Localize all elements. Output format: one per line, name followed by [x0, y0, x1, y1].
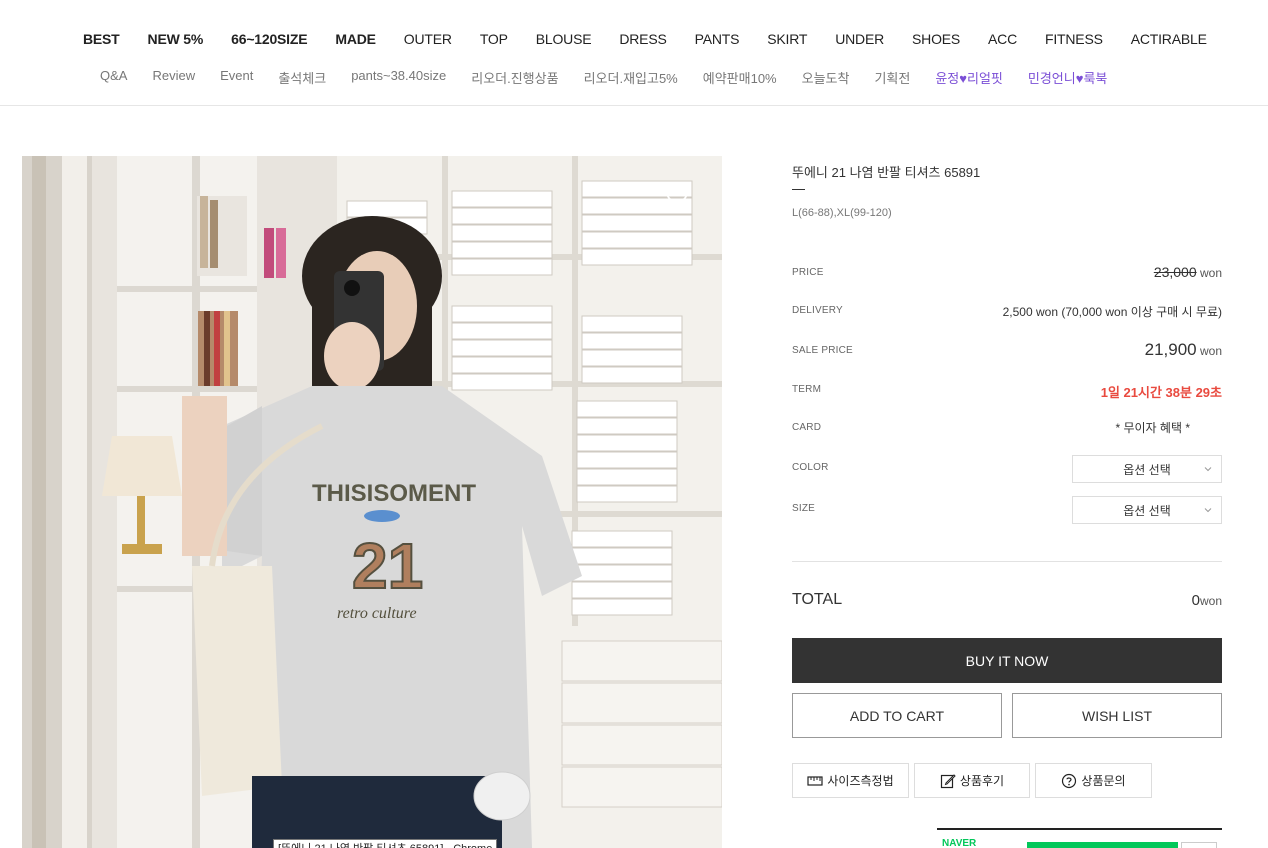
nav-reorder-progress[interactable]: 리오더.진행상품 — [471, 68, 558, 87]
chevron-down-icon — [1204, 467, 1212, 472]
nav-skirt[interactable]: SKIRT — [767, 31, 807, 47]
price-unit: won — [1199, 266, 1222, 280]
main-category-menu: BEST NEW 5% 66~120SIZE MADE OUTER TOP BL… — [83, 31, 1235, 47]
size-guide-label: 사이즈측정법 — [827, 774, 894, 788]
nav-under[interactable]: UNDER — [835, 31, 884, 47]
ruler-icon — [807, 775, 823, 786]
nav-new[interactable]: NEW 5% — [148, 31, 204, 47]
edit-icon — [940, 773, 956, 788]
term-label: TERM — [792, 384, 822, 395]
card-label: CARD — [792, 422, 822, 433]
nav-yunjung-realfit[interactable]: 윤정♥리얼핏 — [935, 68, 1003, 87]
nav-qna[interactable]: Q&A — [100, 68, 127, 87]
nav-top[interactable]: TOP — [480, 31, 508, 47]
nav-pants-size[interactable]: pants~38.40size — [351, 68, 446, 87]
top-navigation: BEST NEW 5% 66~120SIZE MADE OUTER TOP BL… — [0, 0, 1268, 106]
original-price: 23,000 — [1153, 264, 1197, 280]
chevron-down-icon — [1204, 508, 1212, 513]
nav-66-120size[interactable]: 66~120SIZE — [231, 31, 307, 47]
nav-pants[interactable]: PANTS — [695, 31, 740, 47]
sale-price-value: 21,900 won — [1145, 340, 1222, 360]
product-photo-illustration: THISISOMENT 21 retro culture — [22, 156, 722, 848]
nav-preorder[interactable]: 예약판매10% — [703, 68, 777, 87]
sub-menu: Q&A Review Event 출석체크 pants~38.40size 리오… — [100, 68, 1132, 87]
image-wish-heart-icon[interactable] — [666, 187, 688, 209]
svg-text:THISISOMENT: THISISOMENT — [312, 480, 476, 507]
options-divider — [792, 561, 1222, 562]
color-select[interactable]: 옵션 선택 — [1072, 455, 1222, 483]
inquiry-button[interactable]: 상품문의 — [1035, 763, 1152, 798]
wish-list-button[interactable]: WISH LIST — [1012, 693, 1222, 738]
card-benefit: * 무이자 혜택 * — [1115, 421, 1190, 435]
price-value: 23,000 won — [1154, 264, 1222, 280]
nav-today-arrival[interactable]: 오늘도착 — [802, 68, 850, 87]
nav-outer[interactable]: OUTER — [404, 31, 452, 47]
svg-text:retro culture: retro culture — [337, 605, 417, 622]
svg-text:21: 21 — [352, 530, 423, 602]
buy-now-button[interactable]: BUY IT NOW — [792, 638, 1222, 683]
price-label: PRICE — [792, 267, 824, 278]
image-tooltip: [뚜에니 21 나염 반팔 티셔츠 65891] - Chrome — [273, 839, 498, 848]
nav-acc[interactable]: ACC — [988, 31, 1017, 47]
sale-price-label: SALE PRICE — [792, 345, 853, 356]
nav-mingyeong-lookbook[interactable]: 민경언니♥룩북 — [1028, 68, 1107, 87]
nav-event[interactable]: Event — [220, 68, 253, 87]
delivery-value: 2,500 won (70,000 won 이상 구매 시 무료) — [1002, 305, 1222, 319]
review-label: 상품후기 — [959, 774, 1005, 788]
heart-icon: ♥ — [959, 71, 967, 86]
nav-mingyeong-label: 민경언니 — [1027, 71, 1076, 86]
sale-price-unit: won — [1199, 344, 1222, 358]
nav-dress[interactable]: DRESS — [619, 31, 666, 47]
size-select[interactable]: 옵션 선택 — [1072, 496, 1222, 524]
product-title: 뚜에니 21 나염 반팔 티셔츠 65891 — [792, 165, 981, 180]
color-label: COLOR — [792, 462, 829, 473]
nav-shoes[interactable]: SHOES — [912, 31, 960, 47]
color-select-value: 옵션 선택 — [1123, 462, 1171, 477]
nav-made[interactable]: MADE — [335, 31, 376, 47]
title-divider — [792, 189, 805, 190]
nav-review[interactable]: Review — [152, 68, 195, 87]
nav-attendance[interactable]: 출석체크 — [278, 68, 326, 87]
nav-blouse[interactable]: BLOUSE — [536, 31, 592, 47]
product-image[interactable]: THISISOMENT 21 retro culture — [22, 156, 722, 848]
naver-pay-button[interactable] — [1027, 842, 1178, 848]
product-size-note: L(66-88),XL(99-120) — [792, 207, 892, 219]
size-guide-button[interactable]: 사이즈측정법 — [792, 763, 909, 798]
delivery-label: DELIVERY — [792, 305, 843, 316]
question-icon — [1062, 773, 1077, 788]
add-to-cart-button[interactable]: ADD TO CART — [792, 693, 1002, 738]
nav-yunjung-label: 윤정 — [935, 71, 960, 86]
naver-pay-divider — [937, 828, 1222, 830]
total-amount: 0 — [1191, 592, 1200, 609]
nav-lookbook-label: 룩북 — [1083, 71, 1108, 86]
nav-best[interactable]: BEST — [83, 31, 120, 47]
nav-realfit-label: 리얼핏 — [966, 71, 1003, 86]
total-unit: won — [1199, 594, 1222, 608]
size-label: SIZE — [792, 503, 816, 514]
naver-wish-button[interactable] — [1181, 842, 1217, 848]
nav-exhibition[interactable]: 기획전 — [874, 68, 910, 87]
size-select-value: 옵션 선택 — [1123, 503, 1171, 518]
review-button[interactable]: 상품후기 — [914, 763, 1030, 798]
inquiry-label: 상품문의 — [1081, 774, 1126, 788]
term-countdown: 1일 21시간 38분 29초 — [1100, 385, 1222, 400]
nav-fitness[interactable]: FITNESS — [1045, 31, 1103, 47]
naver-logo: NAVER — [942, 838, 977, 848]
nav-reorder-restock[interactable]: 리오더.재입고5% — [584, 68, 678, 87]
nav-actirable[interactable]: ACTIRABLE — [1131, 31, 1207, 47]
sale-price-amount: 21,900 — [1144, 340, 1197, 359]
total-value: 0won — [1192, 592, 1222, 609]
total-label: TOTAL — [792, 591, 843, 608]
